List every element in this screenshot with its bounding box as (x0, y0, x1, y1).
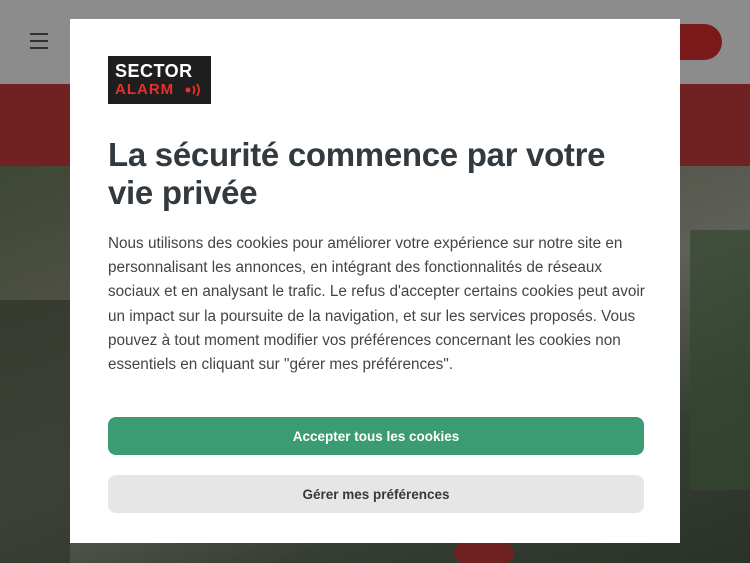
manage-preferences-button[interactable]: Gérer mes préférences (108, 475, 644, 513)
logo-text-sector: SECTOR (115, 61, 193, 81)
logo-text-alarm: ALARM (115, 81, 175, 98)
dialog-title: La sécurité commence par votre vie privé… (108, 136, 606, 211)
sector-alarm-logo: SECTOR ALARM (108, 56, 211, 104)
accept-all-cookies-button[interactable]: Accepter tous les cookies (108, 417, 644, 455)
signal-waves-icon (185, 83, 200, 97)
cookie-consent-dialog: SECTOR ALARM La sécurité commence par vo… (70, 19, 680, 543)
dialog-description: Nous utilisons des cookies pour améliore… (108, 235, 645, 374)
